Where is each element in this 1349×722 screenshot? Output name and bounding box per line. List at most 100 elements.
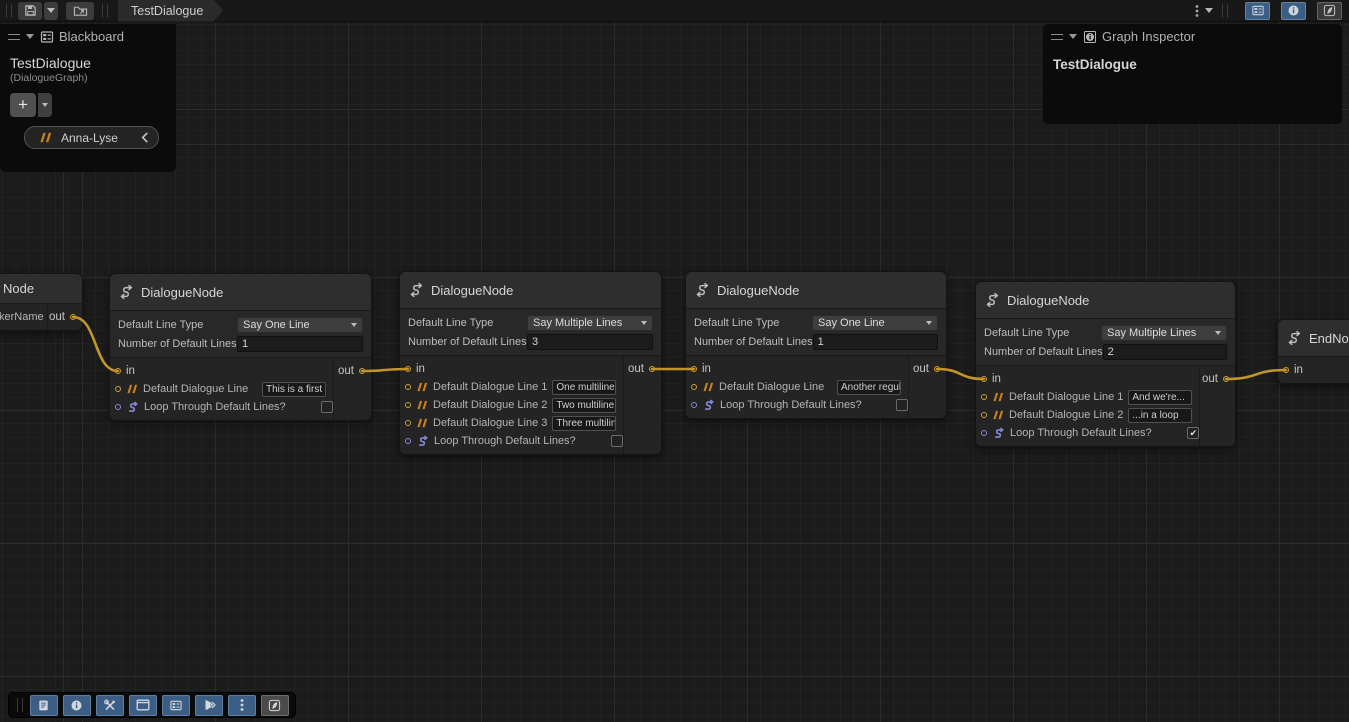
property-label: Default Line Type — [408, 317, 527, 329]
node-header[interactable]: EndNode — [1278, 320, 1349, 357]
out-port-row: out — [48, 308, 82, 326]
number-of-lines-input[interactable]: 1 — [813, 334, 938, 350]
input-ports: inDefault Dialogue Line 1One multilineDe… — [400, 356, 623, 454]
string-port[interactable] — [405, 384, 411, 390]
node-properties: Default Line TypeSay One LineNumber of D… — [110, 311, 371, 358]
bool-port[interactable] — [115, 404, 121, 410]
data-port-row: Default Dialogue Line 1 One multiline — [405, 378, 623, 396]
window-button[interactable] — [129, 695, 157, 716]
assistant-button[interactable] — [261, 695, 289, 716]
toolbar-grip[interactable] — [1222, 4, 1228, 18]
collapse-arrow-icon[interactable] — [1069, 34, 1077, 39]
loop-checkbox[interactable] — [611, 435, 623, 447]
node-dlg4[interactable]: DialogueNode Default Line TypeSay Multipl… — [975, 281, 1236, 447]
node-end[interactable]: EndNodein — [1277, 319, 1349, 384]
overflow-menu-arrow[interactable] — [1202, 2, 1216, 20]
property-label: Number of Default Lines — [984, 346, 1103, 358]
node-dlg3[interactable]: DialogueNodeDefault Line TypeSay One Lin… — [685, 271, 947, 419]
blackboard-toggle-button[interactable] — [1245, 2, 1270, 20]
dialogue-line-field[interactable]: Two multiline — [552, 398, 616, 413]
out-port[interactable] — [649, 366, 655, 372]
inspector-toggle-button[interactable] — [1281, 2, 1306, 20]
assistant-toggle-button[interactable] — [1317, 2, 1342, 20]
in-port[interactable] — [405, 366, 411, 372]
node-header[interactable]: Node — [0, 274, 82, 304]
node-dlg2[interactable]: DialogueNode Default Line TypeSay Multipl… — [399, 271, 662, 455]
in-port[interactable] — [691, 366, 697, 372]
dock-grip[interactable] — [17, 698, 23, 712]
line-type-dropdown[interactable]: Say One Line — [237, 317, 363, 333]
dialogue-line-field[interactable]: One multiline — [552, 380, 616, 395]
port-row-label: Default Dialogue Line 2 — [433, 399, 547, 411]
string-port[interactable] — [405, 402, 411, 408]
property-label: Default Line Type — [984, 327, 1101, 339]
port-row-label: Default Dialogue Line 2 — [1009, 409, 1123, 421]
drag-handle-icon[interactable] — [8, 34, 20, 40]
number-of-lines-input[interactable]: 3 — [527, 334, 653, 350]
out-port[interactable] — [934, 366, 940, 372]
add-variable-dropdown[interactable] — [38, 93, 52, 117]
node-properties: Default Line TypeSay One LineNumber of D… — [686, 309, 946, 356]
out-port[interactable] — [70, 314, 76, 320]
node-dlg1[interactable]: DialogueNodeDefault Line TypeSay One Lin… — [109, 273, 372, 421]
more-button[interactable] — [228, 695, 256, 716]
variable-anna-lyse[interactable]: Anna-Lyse — [24, 126, 159, 149]
in-port[interactable] — [1283, 367, 1289, 373]
node-ports: inDefault Dialogue Line 1And we're...Def… — [976, 366, 1235, 446]
in-port[interactable] — [115, 368, 121, 374]
loop-checkbox[interactable] — [896, 399, 908, 411]
data-port-row: Default Dialogue Line 2 ...in a loop — [981, 406, 1199, 424]
save-dropdown-button[interactable] — [44, 2, 58, 20]
port-row-label: Default Dialogue Line 1 — [433, 381, 547, 393]
string-port[interactable] — [405, 420, 411, 426]
bool-port[interactable] — [405, 438, 411, 444]
in-port[interactable] — [981, 376, 987, 382]
add-variable-button[interactable]: + — [10, 93, 36, 117]
inspector-button[interactable] — [63, 695, 91, 716]
dialogue-line-field[interactable]: Another regul — [837, 380, 901, 395]
line-type-dropdown[interactable]: Say Multiple Lines — [527, 315, 653, 331]
dialogue-line-field[interactable]: Three multilin — [552, 416, 616, 431]
out-port-row: out — [624, 360, 661, 378]
loop-checkbox[interactable]: ✔ — [1187, 427, 1199, 439]
open-asset-button[interactable] — [66, 2, 94, 20]
loop-checkbox[interactable] — [321, 401, 333, 413]
blackboard-header[interactable]: Blackboard — [0, 24, 176, 49]
collapse-arrow-icon[interactable] — [26, 34, 34, 39]
line-type-dropdown[interactable]: Say Multiple Lines — [1101, 325, 1227, 341]
blackboard-panel: Blackboard TestDialogue (DialogueGraph) … — [0, 24, 176, 172]
string-port[interactable] — [981, 412, 987, 418]
node-header[interactable]: DialogueNode — [110, 274, 371, 311]
toolbar-grip[interactable] — [6, 4, 12, 18]
dialogue-line-field[interactable]: This is a first — [262, 382, 326, 397]
node-header[interactable]: DialogueNode — [686, 272, 946, 309]
out-port[interactable] — [359, 368, 365, 374]
save-button[interactable] — [18, 2, 42, 20]
console-button[interactable] — [30, 695, 58, 716]
toolbar-grip[interactable] — [102, 4, 108, 18]
tools-button[interactable] — [96, 695, 124, 716]
overflow-menu-button[interactable] — [1192, 2, 1202, 20]
node-header[interactable]: DialogueNode — [976, 282, 1235, 319]
drag-handle-icon[interactable] — [1051, 34, 1063, 40]
string-port[interactable] — [981, 394, 987, 400]
line-type-dropdown[interactable]: Say One Line — [812, 315, 938, 331]
number-of-lines-input[interactable]: 2 — [1103, 344, 1227, 360]
blackboard-button[interactable] — [162, 695, 190, 716]
dialogue-line-field[interactable]: ...in a loop — [1128, 408, 1192, 423]
node-header[interactable]: DialogueNode — [400, 272, 661, 309]
inspector-header[interactable]: Graph Inspector — [1043, 24, 1342, 49]
node-speaker[interactable]: NodekerNameout — [0, 273, 83, 331]
bool-port[interactable] — [981, 430, 987, 436]
out-port[interactable] — [1223, 376, 1229, 382]
dialogue-line-field[interactable]: And we're... — [1128, 390, 1192, 405]
port-row-label: Loop Through Default Lines? — [144, 401, 316, 413]
bool-port[interactable] — [691, 402, 697, 408]
string-port[interactable] — [115, 386, 121, 392]
string-port[interactable] — [691, 384, 697, 390]
number-of-lines-input[interactable]: 1 — [237, 336, 363, 352]
chevron-left-icon[interactable] — [140, 132, 149, 143]
tab-testdialogue[interactable]: TestDialogue — [118, 0, 223, 22]
transitions-button[interactable] — [195, 695, 223, 716]
graph-canvas[interactable]: Blackboard TestDialogue (DialogueGraph) … — [0, 22, 1349, 722]
